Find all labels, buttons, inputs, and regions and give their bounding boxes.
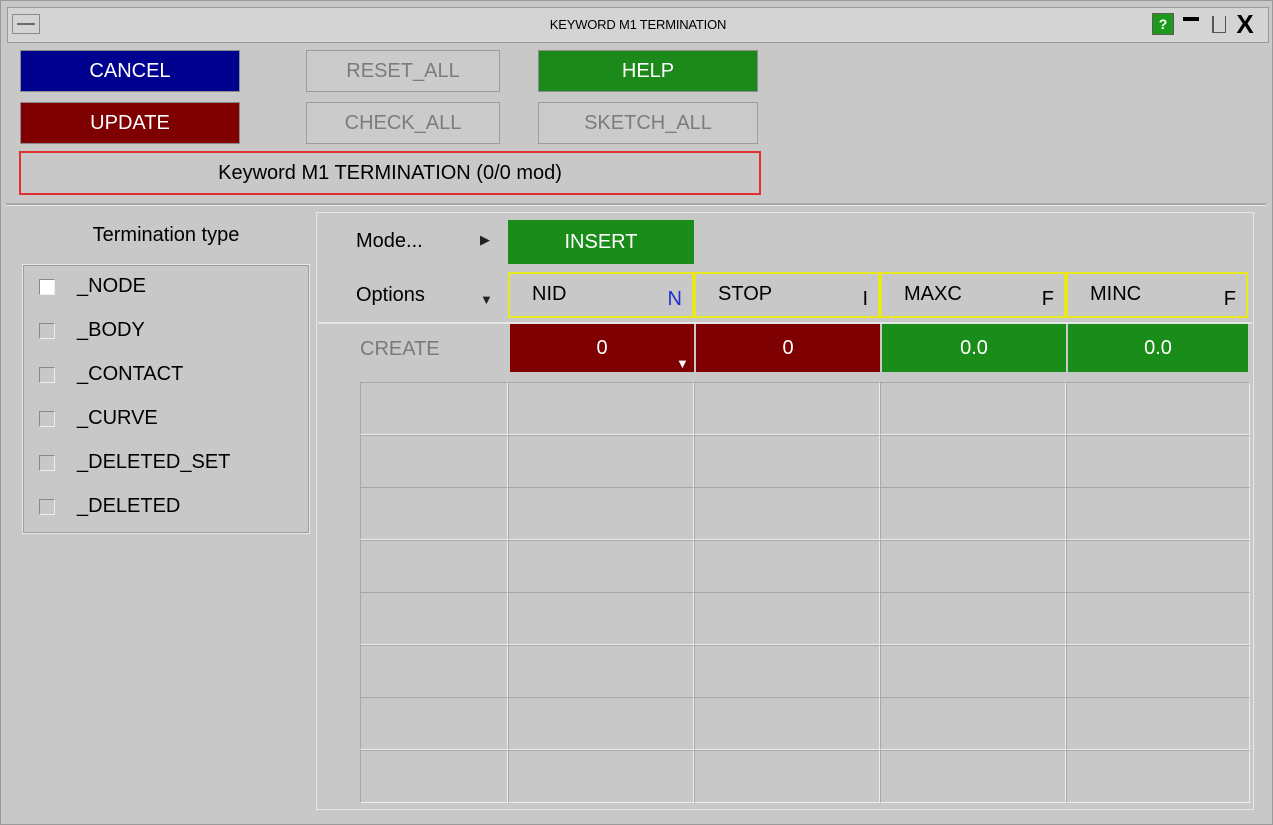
grid-cell[interactable] [508,540,694,593]
grid-cell[interactable] [1066,697,1250,750]
options-dropdown-icon[interactable]: ▼ [480,292,493,307]
column-header-minc[interactable]: MINC F [1066,272,1248,318]
grid-cell[interactable] [694,540,880,593]
column-name: MINC [1090,283,1142,305]
column-name: MAXC [904,283,962,305]
maximize-icon[interactable] [1206,13,1228,35]
column-name: NID [532,283,567,305]
create-field-nid[interactable]: 0 [510,324,694,372]
grid-cell[interactable] [508,487,694,540]
grid-cell[interactable] [1066,592,1250,645]
sketch-all-button[interactable]: SKETCH_ALL [538,102,758,144]
reset-all-button[interactable]: RESET_ALL [306,50,500,92]
grid-cell[interactable] [508,750,694,803]
data-grid [360,382,1250,803]
grid-cell[interactable] [1066,540,1250,593]
create-field-maxc[interactable]: 0.0 [882,324,1066,372]
grid-cell[interactable] [360,382,508,435]
checkbox[interactable] [39,279,55,295]
grid-cell[interactable] [694,750,880,803]
grid-cell[interactable] [1066,487,1250,540]
grid-cell[interactable] [360,487,508,540]
grid-cell[interactable] [1066,645,1250,698]
termination-type-option[interactable]: _NODE [39,271,299,303]
termination-type-option[interactable]: _DELETED [39,491,299,523]
help-icon[interactable]: ? [1152,13,1174,35]
grid-cell[interactable] [694,645,880,698]
mode-arrow-icon[interactable]: ▶ [480,232,490,248]
keyword-status-label: Keyword M1 TERMINATION (0/0 mod) [19,151,761,195]
column-name: STOP [718,283,773,305]
termination-type-option[interactable]: _CURVE [39,403,299,435]
termination-type-label: _CONTACT [77,363,184,385]
grid-cell[interactable] [880,382,1066,435]
termination-type-label: _BODY [77,319,145,341]
update-button[interactable]: UPDATE [20,102,240,144]
check-all-button[interactable]: CHECK_ALL [306,102,500,144]
grid-cell[interactable] [880,697,1066,750]
mode-insert-button[interactable]: INSERT [508,220,694,264]
grid-cell[interactable] [880,645,1066,698]
grid-cell[interactable] [880,487,1066,540]
grid-cell[interactable] [360,697,508,750]
termination-type-option[interactable]: _BODY [39,315,299,347]
mode-label: Mode... [356,230,423,252]
grid-cell[interactable] [360,750,508,803]
column-type: N [667,288,682,310]
grid-cell[interactable] [360,540,508,593]
window-title: KEYWORD M1 TERMINATION [549,17,727,32]
help-button[interactable]: HELP [538,50,758,92]
column-header-nid[interactable]: NID N [508,272,694,318]
grid-cell[interactable] [1066,750,1250,803]
grid-cell[interactable] [508,697,694,750]
termination-type-label: _NODE [77,275,146,297]
grid-cell[interactable] [694,435,880,488]
termination-type-list: _NODE _BODY _CONTACT _CURVE _DELETED_SET _DEL… [22,264,310,534]
grid-cell[interactable] [360,435,508,488]
grid-cell[interactable] [508,435,694,488]
create-row-label: CREATE [360,338,440,360]
grid-cell[interactable] [694,487,880,540]
checkbox[interactable] [39,455,55,471]
termination-type-heading: Termination type [92,224,240,246]
grid-cell[interactable] [508,382,694,435]
grid-cell[interactable] [694,382,880,435]
minimize-icon[interactable] [1180,13,1202,35]
column-type: F [1223,288,1236,310]
termination-type-option[interactable]: _DELETED_SET [39,447,299,479]
checkbox[interactable] [39,411,55,427]
grid-cell[interactable] [1066,435,1250,488]
grid-cell[interactable] [1066,382,1250,435]
grid-cell[interactable] [880,750,1066,803]
create-field-minc[interactable]: 0.0 [1068,324,1248,372]
options-label: Options [356,284,425,306]
cancel-button[interactable]: CANCEL [20,50,240,92]
column-header-maxc[interactable]: MAXC F [880,272,1066,318]
termination-type-label: _CURVE [77,407,158,429]
close-icon[interactable]: X [1230,11,1260,37]
column-type: I [862,288,868,310]
termination-type-label: _DELETED [77,495,181,517]
nid-dropdown-icon[interactable]: ▼ [676,356,689,371]
grid-cell[interactable] [880,540,1066,593]
column-header-stop[interactable]: STOP I [694,272,880,318]
checkbox[interactable] [39,367,55,383]
checkbox[interactable] [39,499,55,515]
grid-cell[interactable] [694,697,880,750]
checkbox[interactable] [39,323,55,339]
grid-cell[interactable] [360,592,508,645]
grid-cell[interactable] [880,435,1066,488]
termination-type-option[interactable]: _CONTACT [39,359,299,391]
create-field-stop[interactable]: 0 [696,324,880,372]
title-bar[interactable]: KEYWORD M1 TERMINATION ? X [7,7,1269,43]
grid-cell[interactable] [360,645,508,698]
termination-type-label: _DELETED_SET [77,451,231,473]
grid-cell[interactable] [694,592,880,645]
divider [6,203,1266,206]
column-type: F [1041,288,1054,310]
grid-cell[interactable] [880,592,1066,645]
grid-cell[interactable] [508,645,694,698]
grid-cell[interactable] [508,592,694,645]
